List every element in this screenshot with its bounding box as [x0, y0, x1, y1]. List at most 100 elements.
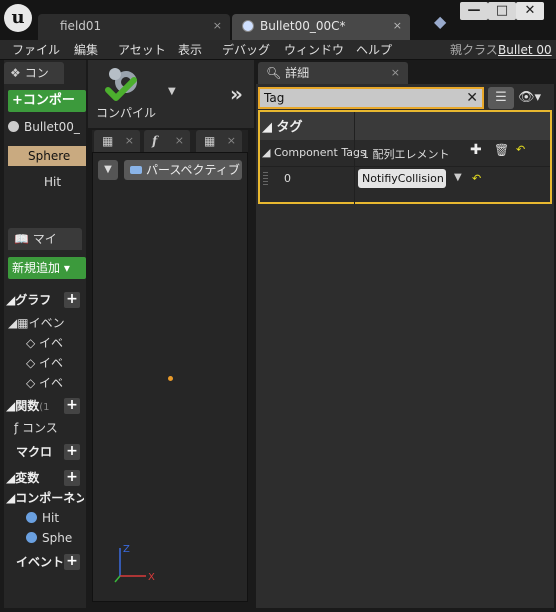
details-search-input[interactable]: Tag ✕	[258, 87, 484, 109]
close-icon[interactable]: ×	[391, 62, 400, 84]
component-tags-text: Component Tags	[273, 146, 366, 159]
element-options-dropdown[interactable]: ▼	[454, 172, 462, 183]
add-component-button[interactable]: +コンポー	[8, 90, 86, 112]
viewport-options-dropdown[interactable]: ▼	[98, 160, 118, 180]
compile-icon[interactable]	[104, 66, 146, 104]
construction-script-label: コンス	[22, 421, 58, 435]
tab-components[interactable]: ❖ コン	[4, 62, 64, 84]
tab-event-graph[interactable]: ▦ ×	[196, 130, 242, 152]
expand-toolbar-icon[interactable]: »	[230, 82, 243, 106]
add-element-icon[interactable]: ✚	[470, 142, 482, 158]
variable-item[interactable]: Sphe	[26, 529, 86, 547]
component-tags-label[interactable]: ◢ Component Tags	[262, 146, 366, 159]
add-variable-button[interactable]: +	[64, 470, 80, 486]
section-components-vars[interactable]: ◢コンポーネン	[6, 488, 84, 508]
parent-class-link[interactable]: Bullet 00	[498, 40, 552, 60]
variable-label: Sphe	[42, 531, 73, 545]
menu-edit[interactable]: 編集	[74, 40, 98, 60]
component-tree-self[interactable]: Bullet00_	[8, 117, 86, 137]
event-item-label: イベ	[39, 336, 64, 350]
property-matrix-button[interactable]: ☰	[488, 87, 514, 109]
tab-bullet00[interactable]: Bullet00_00C* ×	[232, 14, 410, 40]
tab-my-blueprint-label: マイ	[32, 232, 57, 246]
tab-my-blueprint[interactable]: 📖 マイ	[8, 228, 82, 250]
perspective-button[interactable]: パースペクティブ	[124, 160, 242, 180]
add-dispatcher-button[interactable]: +	[64, 554, 80, 570]
tag-value-field[interactable]: NotifiyCollision	[358, 169, 446, 188]
compile-label[interactable]: コンパイル	[96, 104, 156, 121]
sphere-component-icon	[26, 512, 37, 523]
variable-label: Hit	[42, 511, 60, 525]
section-functions[interactable]: ◢関数(1 +	[6, 396, 84, 416]
category-tags[interactable]: ◢ タグ	[262, 116, 303, 135]
magnifier-icon: 🔍︎	[266, 66, 286, 80]
components-icon: ❖	[10, 66, 21, 80]
section-event-dispatchers[interactable]: イベント +	[6, 552, 84, 572]
tab-components-label: コン	[24, 66, 49, 80]
function-icon: f	[152, 134, 158, 148]
section-macros[interactable]: マクロ +	[6, 442, 84, 462]
tab-field01[interactable]: field01 ×	[38, 14, 230, 40]
add-new-button[interactable]: 新規追加 ▾	[8, 257, 86, 279]
event-item-label: イベ	[39, 356, 64, 370]
component-sphere-label: Sphere	[28, 149, 71, 163]
visibility-eye-icon[interactable]: 👁︎▾	[518, 89, 550, 107]
category-row[interactable]	[260, 112, 550, 140]
tab-field01-label: field01	[60, 19, 102, 33]
event-item[interactable]: ◇ イベ	[26, 354, 86, 372]
section-variables-label: 変数	[15, 471, 40, 485]
search-value: Tag	[264, 91, 285, 105]
close-icon[interactable]: ×	[393, 14, 402, 38]
section-graphs[interactable]: ◢グラフ +	[6, 290, 84, 310]
section-dispatchers-label: イベント	[16, 555, 65, 569]
add-macro-button[interactable]: +	[64, 444, 80, 460]
unreal-logo-icon[interactable]: u	[4, 4, 32, 32]
tab-construction-script[interactable]: f ×	[144, 130, 190, 152]
menu-help[interactable]: ヘルプ	[356, 40, 392, 60]
menu-debug[interactable]: デバッグ	[222, 40, 270, 60]
variable-item[interactable]: Hit	[26, 509, 86, 527]
section-graphs-label: グラフ	[15, 293, 52, 307]
maximize-button[interactable]: □	[488, 2, 516, 20]
tab-viewport[interactable]: ▦ ×	[94, 130, 140, 152]
reset-element-icon[interactable]: ↶	[472, 172, 481, 185]
section-macros-label: マクロ	[16, 445, 53, 459]
event-graph-icon: ▦	[204, 134, 216, 148]
event-graph-row[interactable]: ◢▦イベン	[8, 314, 86, 332]
close-icon[interactable]: ×	[175, 130, 184, 152]
actor-origin-marker	[168, 376, 173, 381]
tab-details-label: 詳細	[285, 66, 310, 80]
menu-view[interactable]: 表示	[178, 40, 202, 60]
close-icon[interactable]: ×	[213, 14, 222, 38]
close-window-button[interactable]: ✕	[516, 2, 544, 20]
construction-script-row[interactable]: ƒ コンス	[14, 419, 86, 437]
component-tree-sphere[interactable]: Sphere	[8, 146, 86, 166]
section-functions-label: 関数	[15, 399, 40, 413]
event-item[interactable]: ◇ イベ	[26, 334, 86, 352]
close-icon[interactable]: ×	[125, 130, 134, 152]
perspective-label: パースペクティブ	[146, 163, 240, 177]
section-components-vars-label: コンポーネン	[15, 491, 84, 505]
trash-icon[interactable]: 🗑︎	[494, 143, 509, 157]
clear-search-icon[interactable]: ✕	[466, 89, 478, 107]
actor-icon	[8, 121, 19, 132]
graduation-cap-icon[interactable]: ◆	[434, 14, 452, 30]
blueprint-sphere-icon	[242, 20, 254, 32]
menu-file[interactable]: ファイル	[12, 40, 60, 60]
functions-count: (1	[39, 402, 50, 413]
close-icon[interactable]: ×	[227, 130, 236, 152]
book-icon: 📖	[14, 232, 33, 246]
minimize-button[interactable]: —	[460, 2, 488, 20]
reset-to-default-icon[interactable]: ↶	[516, 143, 525, 156]
drag-handle-icon[interactable]	[263, 172, 268, 186]
add-graph-button[interactable]: +	[64, 292, 80, 308]
tab-details[interactable]: 🔍︎ 詳細 ×	[258, 62, 408, 84]
section-variables[interactable]: ◢変数 +	[6, 468, 84, 488]
compile-options-dropdown[interactable]: ▼	[168, 86, 176, 97]
array-element-count: 1 配列エレメント	[362, 148, 450, 161]
component-tree-hit[interactable]: Hit	[8, 172, 86, 192]
menu-window[interactable]: ウィンドウ	[284, 40, 344, 60]
add-function-button[interactable]: +	[64, 398, 80, 414]
menu-asset[interactable]: アセット	[118, 40, 166, 60]
event-item[interactable]: ◇ イベ	[26, 374, 86, 392]
